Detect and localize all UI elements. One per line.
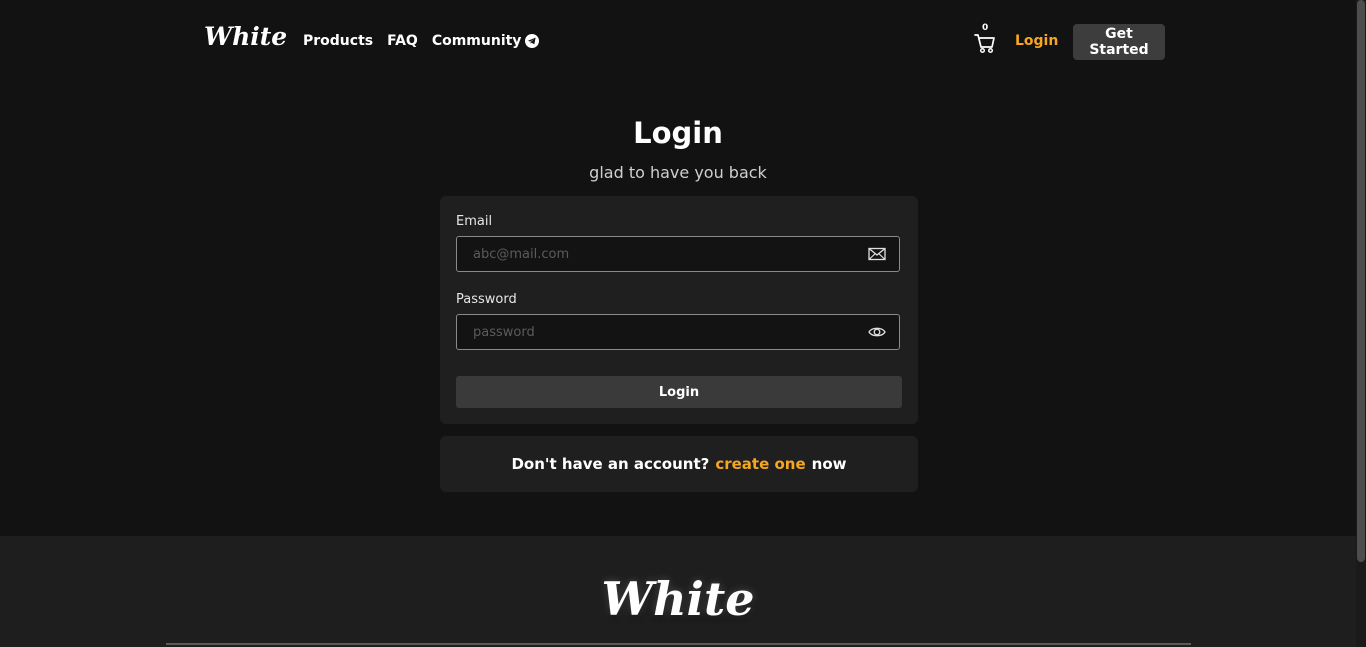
footer-logo: White <box>601 572 755 626</box>
login-submit-button[interactable]: Login <box>456 376 902 408</box>
brand-logo[interactable]: White <box>204 22 287 51</box>
eye-icon[interactable] <box>868 324 886 340</box>
signup-prompt-text: Don't have an account? <box>511 455 710 473</box>
login-form: Email Password Login <box>440 196 918 424</box>
cart-icon <box>974 34 995 54</box>
main-nav: Products FAQ Community <box>303 33 540 49</box>
cart-button[interactable] <box>974 28 996 54</box>
envelope-icon <box>868 247 886 261</box>
header: White Products FAQ Community 0 Login Get… <box>0 0 1356 84</box>
email-label: Email <box>456 214 493 229</box>
get-started-button[interactable]: Get Started <box>1073 24 1165 60</box>
page-title: Login <box>633 116 723 150</box>
signup-prompt-suffix: now <box>811 455 847 473</box>
header-login-link[interactable]: Login <box>1015 33 1058 49</box>
password-field-wrapper <box>456 314 900 350</box>
password-label: Password <box>456 292 517 307</box>
create-account-link[interactable]: create one <box>715 455 805 473</box>
signup-prompt: Don't have an account? create one now <box>440 436 918 492</box>
nav-community[interactable]: Community <box>432 33 540 49</box>
email-input[interactable] <box>457 237 873 271</box>
footer-divider <box>166 643 1191 645</box>
nav-products[interactable]: Products <box>303 33 373 49</box>
nav-community-label: Community <box>431 33 522 49</box>
page-scrollbar[interactable] <box>1356 0 1366 647</box>
footer: White <box>0 536 1356 647</box>
password-input[interactable] <box>457 315 873 349</box>
page: White Products FAQ Community 0 Login Get… <box>0 0 1356 647</box>
page-subtitle: glad to have you back <box>589 163 767 182</box>
nav-faq[interactable]: FAQ <box>387 33 418 49</box>
telegram-icon <box>525 34 540 48</box>
email-field-wrapper <box>456 236 900 272</box>
scrollbar-thumb[interactable] <box>1357 0 1365 562</box>
